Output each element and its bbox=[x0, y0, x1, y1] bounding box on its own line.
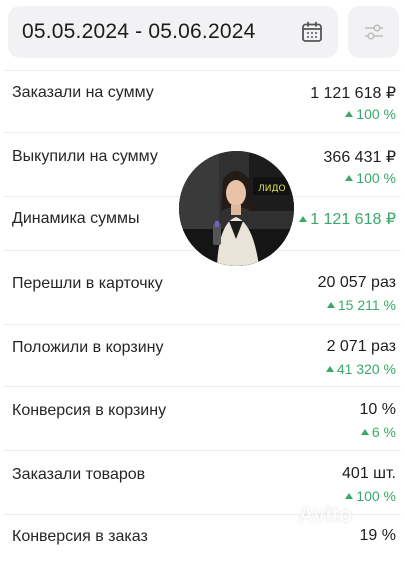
metric-row-ordered-sum: Заказали на сумму 1 121 618 ₽ 100 % bbox=[0, 72, 405, 134]
metric-label: Перешли в карточку bbox=[12, 275, 163, 292]
metric-label: Заказали на сумму bbox=[12, 84, 154, 101]
up-arrow-icon bbox=[299, 216, 308, 222]
metric-row-cart-adds: Положили в корзину 2 071 раз 41 320 % bbox=[0, 327, 405, 389]
metric-label: Конверсия в корзину bbox=[12, 402, 167, 419]
avatar-photo: ЛИДО bbox=[179, 151, 294, 266]
date-range-field[interactable]: 05.05.2024 - 05.06.2024 bbox=[8, 6, 338, 58]
avatar-sign-text: ЛИДО bbox=[258, 184, 286, 194]
metric-value: 1 121 618 ₽ bbox=[310, 85, 396, 102]
divider bbox=[4, 70, 401, 71]
up-arrow-icon bbox=[345, 175, 354, 181]
metric-value: 20 057 раз bbox=[317, 274, 396, 291]
metric-label: Заказали товаров bbox=[12, 466, 146, 483]
metric-row-card-visits: Перешли в карточку 20 057 раз 15 211 % bbox=[0, 263, 405, 325]
metric-delta: 100 % bbox=[345, 106, 396, 122]
metric-delta: 41 320 % bbox=[325, 361, 396, 377]
divider bbox=[4, 386, 401, 387]
up-arrow-icon bbox=[345, 111, 354, 117]
divider bbox=[4, 132, 401, 133]
metric-label: Динамика суммы bbox=[12, 210, 140, 227]
metric-delta: 100 % bbox=[345, 170, 396, 186]
up-arrow-icon bbox=[345, 493, 354, 499]
up-arrow-icon bbox=[360, 429, 369, 435]
metric-value: 2 071 раз bbox=[326, 338, 396, 355]
metric-value: 10 % bbox=[359, 401, 396, 418]
metric-label: Выкупили на сумму bbox=[12, 148, 158, 165]
sliders-icon bbox=[365, 24, 383, 40]
metric-value: 19 % bbox=[359, 527, 396, 544]
calendar-icon[interactable] bbox=[300, 20, 324, 44]
up-arrow-icon bbox=[326, 302, 335, 308]
divider bbox=[4, 324, 401, 325]
divider bbox=[4, 450, 401, 451]
metric-row-cart-conversion: Конверсия в корзину 10 % 6 % bbox=[0, 390, 405, 452]
filter-button[interactable] bbox=[348, 6, 399, 58]
up-arrow-icon bbox=[325, 366, 334, 372]
metric-delta: 6 % bbox=[360, 424, 396, 440]
metric-label: Положили в корзину bbox=[12, 339, 164, 356]
metric-delta: 15 211 % bbox=[326, 297, 396, 313]
avito-watermark: Avito bbox=[298, 502, 353, 527]
metric-value: 1 121 618 ₽ bbox=[299, 209, 396, 229]
metric-value: 401 шт. bbox=[342, 465, 396, 482]
metric-label: Конверсия в заказ bbox=[12, 528, 148, 545]
avatar: ЛИДО bbox=[179, 151, 294, 266]
metric-delta: 100 % bbox=[345, 488, 396, 504]
date-filter-bar: 05.05.2024 - 05.06.2024 bbox=[8, 6, 399, 58]
metric-value: 366 431 ₽ bbox=[323, 149, 396, 166]
date-range-text: 05.05.2024 - 05.06.2024 bbox=[22, 20, 256, 43]
